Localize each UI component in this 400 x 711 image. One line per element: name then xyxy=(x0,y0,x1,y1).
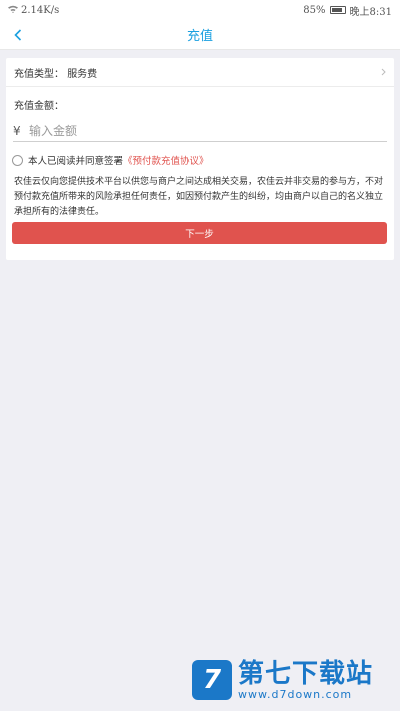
watermark-name: 第七下载站 xyxy=(238,658,374,689)
chevron-left-icon xyxy=(14,29,22,41)
status-time: 晚上8:31 xyxy=(349,6,392,18)
disclaimer-text: 农佳云仅向您提供技术平台以供您与商户之间达成相关交易，农佳云并非交易的参与方，不… xyxy=(14,177,384,217)
back-button[interactable] xyxy=(8,20,28,50)
watermark-logo-icon: 7 xyxy=(192,660,232,700)
watermark: 7 第七下载站 www.d7down.com xyxy=(192,655,392,705)
network-speed: 2.14K/s xyxy=(21,4,60,16)
agreement-link[interactable]: 《预付款充值协议》 xyxy=(123,153,209,167)
page-title: 充值 xyxy=(186,29,213,44)
next-step-button[interactable]: 下一步 xyxy=(12,222,387,244)
agree-checkbox[interactable] xyxy=(12,154,23,166)
status-right: 85% 晚上8:31 xyxy=(303,3,392,18)
agreement-row: 本人已阅读并同意签署 《预付款充值协议》 xyxy=(12,153,386,167)
amount-input[interactable] xyxy=(29,123,369,138)
nav-bar: 充值 xyxy=(0,20,400,50)
recharge-type-value: 服务费 xyxy=(67,68,98,80)
recharge-type-text: 充值类型： 服务费 xyxy=(14,65,97,80)
status-left: 2.14K/s xyxy=(8,5,59,16)
recharge-type-label: 充值类型： xyxy=(14,68,64,80)
watermark-text: 第七下载站 www.d7down.com xyxy=(238,660,373,701)
currency-symbol: ¥ xyxy=(13,123,21,138)
agree-prefix: 本人已阅读并同意签署 xyxy=(28,156,124,167)
amount-label: 充值金额： xyxy=(14,101,64,112)
wifi-icon xyxy=(8,5,18,16)
battery-icon xyxy=(329,6,346,14)
watermark-url: www.d7down.com xyxy=(238,687,353,701)
recharge-type-row[interactable]: 充值类型： 服务费 xyxy=(6,58,394,87)
chevron-right-icon xyxy=(381,66,386,79)
recharge-form-card: 充值类型： 服务费 充值金额： ¥ 本人已阅读并同意签署 《预付款充值协议》 农… xyxy=(6,58,394,260)
status-bar: 2.14K/s 85% 晚上8:31 xyxy=(0,0,400,20)
battery-percent: 85% xyxy=(303,4,326,16)
amount-row: ¥ xyxy=(13,120,387,142)
